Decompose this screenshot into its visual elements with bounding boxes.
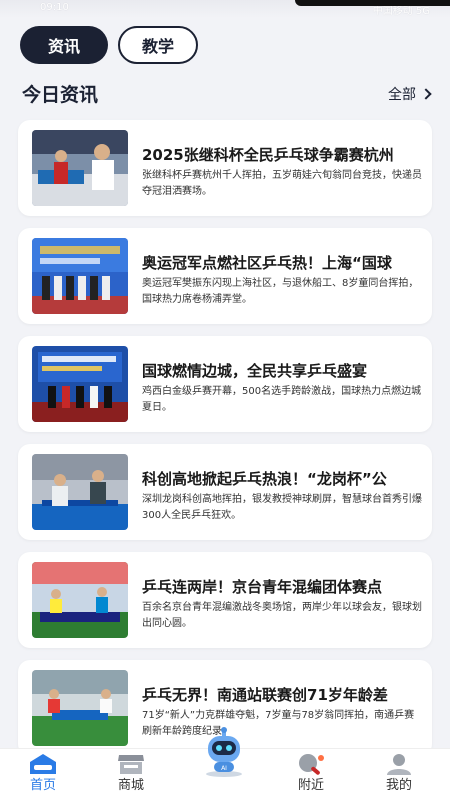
news-description: 奥运冠军樊振东闪现上海社区，与退休船工、8岁童同台挥拍，国球热力席卷杨浦弄堂。 xyxy=(142,278,419,305)
news-description: 张继科杯乒赛杭州千人挥拍，五岁萌娃六旬翁同台竞技，快递员夺冠泪洒赛场。 xyxy=(142,170,422,197)
news-thumbnail xyxy=(32,346,128,422)
tab-teaching[interactable]: 教学 xyxy=(118,26,198,64)
user-icon xyxy=(384,753,414,779)
news-card[interactable]: 2025张继科杯全民乒乓球争霸赛杭州 张继科杯乒赛杭州千人挥拍，五岁萌娃六旬翁同… xyxy=(18,120,432,216)
tab-news[interactable]: 资讯 xyxy=(20,26,108,64)
nav-store[interactable]: 商城 xyxy=(96,749,166,800)
news-description: 百余名京台青年混编激战冬奥场馆，两岸少年以球会友，银球划出同心圆。 xyxy=(142,602,422,629)
news-title: 奥运冠军点燃社区乒乓热！上海“国球 xyxy=(142,254,392,272)
news-card[interactable]: 科创高地掀起乒乓热浪！“龙岗杯”公 深圳龙岗科创高地挥拍，银发教授神球刷屏，智慧… xyxy=(18,444,432,540)
robot-assistant-icon[interactable]: AI xyxy=(196,726,252,778)
nav-home[interactable]: 首页 xyxy=(8,749,78,800)
svg-text:AI: AI xyxy=(221,765,227,772)
status-time: 09:10 xyxy=(40,2,69,13)
store-icon xyxy=(116,753,146,779)
news-description: 71岁“新人”力克群雄夺魁，7岁童与78岁翁同挥拍，南通乒赛刷新年龄跨度纪录。 xyxy=(142,710,415,737)
section-header: 今日资讯 全部 xyxy=(22,78,432,108)
paddle-icon xyxy=(296,753,326,779)
nav-profile[interactable]: 我的 xyxy=(364,749,434,800)
news-description: 鸡西白金级乒赛开幕，500名选手跨龄激战，国球热力点燃边城夏日。 xyxy=(142,386,422,413)
device-notch xyxy=(295,0,450,6)
nav-nearby[interactable]: 附近 xyxy=(276,749,346,800)
news-card[interactable]: 奥运冠军点燃社区乒乓热！上海“国球 奥运冠军樊振东闪现上海社区，与退休船工、8岁… xyxy=(18,228,432,324)
see-all-label: 全部 xyxy=(388,87,416,103)
news-thumbnail xyxy=(32,562,128,638)
see-all-link[interactable]: 全部 xyxy=(388,84,432,104)
news-card[interactable]: 国球燃情边城，全民共享乒乓盛宴 鸡西白金级乒赛开幕，500名选手跨龄激战，国球热… xyxy=(18,336,432,432)
news-title: 乒乓无界！南通站联赛创71岁年龄差 xyxy=(142,686,388,704)
news-title: 乒乓连两岸！京台青年混编团体赛点 xyxy=(142,578,383,596)
chevron-right-icon xyxy=(420,88,432,100)
news-thumbnail xyxy=(32,670,128,746)
news-description: 深圳龙岗科创高地挥拍，银发教授神球刷屏，智慧球台首秀引爆300人全民乒乓狂欢。 xyxy=(142,494,422,521)
news-thumbnail xyxy=(32,238,128,314)
news-card[interactable]: 乒乓连两岸！京台青年混编团体赛点 百余名京台青年混编激战冬奥场馆，两岸少年以球会… xyxy=(18,552,432,648)
category-tabs: 资讯 教学 xyxy=(20,26,198,64)
news-title: 国球燃情边城，全民共享乒乓盛宴 xyxy=(142,362,368,380)
home-icon xyxy=(28,753,58,779)
section-title: 今日资讯 xyxy=(22,84,99,106)
news-title: 2025张继科杯全民乒乓球争霸赛杭州 xyxy=(142,146,394,164)
news-thumbnail xyxy=(32,130,128,206)
news-thumbnail xyxy=(32,454,128,530)
news-title: 科创高地掀起乒乓热浪！“龙岗杯”公 xyxy=(142,470,387,488)
